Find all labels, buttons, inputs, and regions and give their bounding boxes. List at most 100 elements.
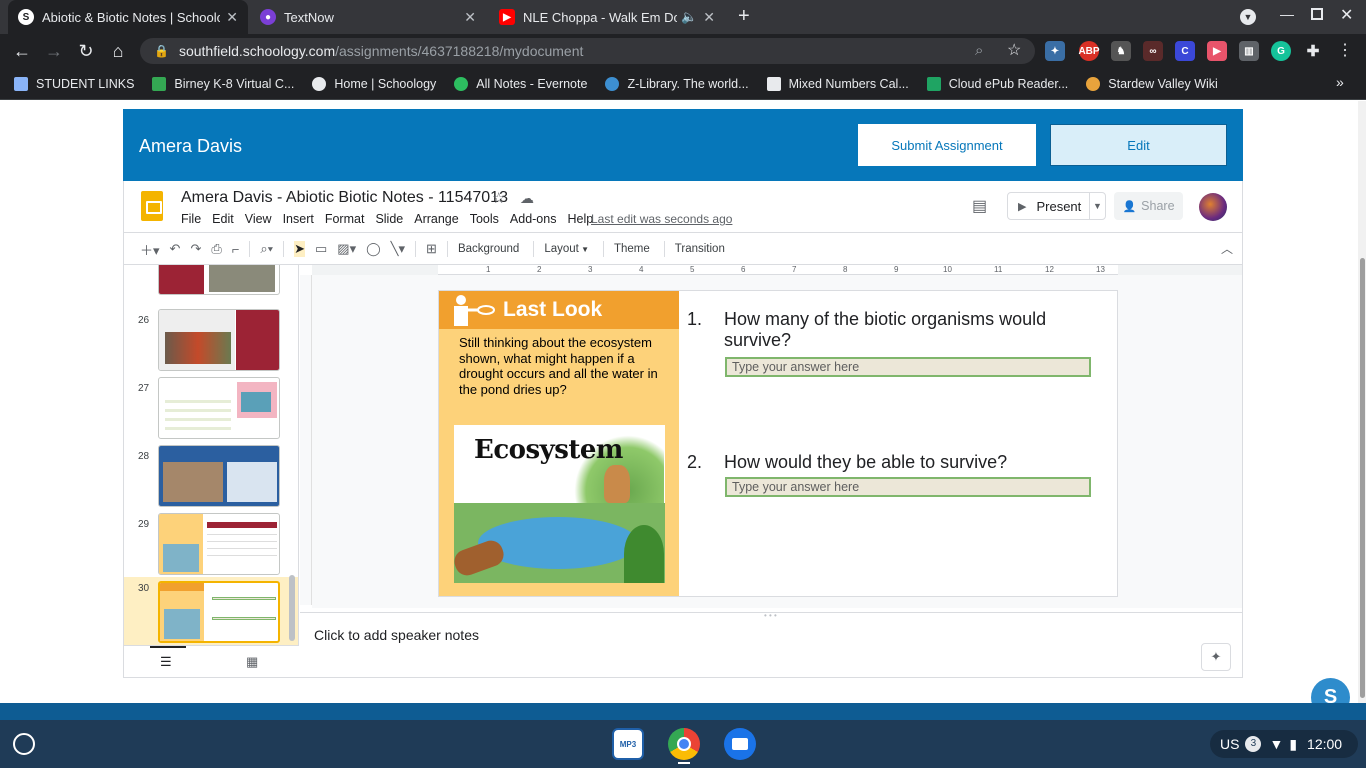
tab-textnow[interactable]: ● TextNow ✕ <box>250 0 486 34</box>
page-scrollbar-thumb[interactable] <box>1360 258 1365 698</box>
slide-thumb-29[interactable]: 29 <box>124 513 298 577</box>
menu-slide[interactable]: Slide <box>375 212 403 226</box>
line-icon[interactable]: ╲▾ <box>391 241 405 257</box>
new-slide-icon[interactable]: ＋▾ <box>140 240 160 259</box>
menu-insert[interactable]: Insert <box>283 212 314 226</box>
bookmark-evernote[interactable]: All Notes - Evernote <box>454 76 587 91</box>
present-dropdown-icon[interactable]: ▼ <box>1089 193 1105 219</box>
launcher-icon[interactable] <box>13 733 35 755</box>
slide-thumbnail[interactable] <box>158 513 280 575</box>
extension-puzzle-icon[interactable]: ✦ <box>1045 41 1065 61</box>
address-bar[interactable]: 🔒 southfield.schoology.com/assignments/4… <box>140 38 1035 64</box>
layout-button[interactable]: Layout ▼ <box>544 243 589 255</box>
slide-thumb-30[interactable]: 30 <box>124 577 298 645</box>
submit-assignment-button[interactable]: Submit Assignment <box>858 124 1036 166</box>
zoom-icon[interactable]: ⌕▾ <box>260 241 273 257</box>
select-cursor-icon[interactable]: ➤ <box>294 241 305 257</box>
edit-button[interactable]: Edit <box>1050 124 1227 166</box>
background-button[interactable]: Background <box>458 243 519 255</box>
bookmark-zlibrary[interactable]: Z-Library. The world... <box>605 76 749 91</box>
slide-thumb-26[interactable]: 26 <box>124 309 298 373</box>
print-icon[interactable]: ⎙ <box>211 241 221 257</box>
close-window-icon[interactable]: ✕ <box>1340 5 1353 25</box>
cloud-status-icon[interactable]: ☁ <box>520 190 534 207</box>
speaker-notes[interactable]: Click to add speaker notes <box>300 612 1242 677</box>
menu-tools[interactable]: Tools <box>470 212 499 226</box>
zoom-search-icon[interactable]: ⌕ <box>975 42 983 59</box>
slide-thumb-28[interactable]: 28 <box>124 445 298 509</box>
menu-view[interactable]: View <box>245 212 272 226</box>
ecosystem-image[interactable]: Ecosystem <box>454 425 665 583</box>
slide-thumbnail[interactable] <box>158 309 280 371</box>
menu-addons[interactable]: Add-ons <box>510 212 557 226</box>
bookmark-mixed-numbers[interactable]: Mixed Numbers Cal... <box>766 76 909 91</box>
tab-search-icon[interactable]: ▼ <box>1240 9 1256 25</box>
present-button[interactable]: ▶ Present ▼ <box>1007 192 1106 220</box>
menu-arrange[interactable]: Arrange <box>414 212 458 226</box>
menu-edit[interactable]: Edit <box>212 212 234 226</box>
back-icon[interactable]: ← <box>9 38 35 64</box>
answer-field-2[interactable]: Type your answer here <box>725 477 1091 497</box>
paint-format-icon[interactable]: ⌐ <box>232 242 240 257</box>
extension-columns-icon[interactable]: ▥ <box>1239 41 1259 61</box>
filmstrip-view-icon[interactable]: ☰ <box>160 654 172 670</box>
new-tab-icon[interactable]: + <box>738 5 750 28</box>
slide-thumbnail[interactable] <box>158 265 280 295</box>
image-icon[interactable]: ▨▾ <box>337 241 356 257</box>
forward-icon[interactable]: → <box>41 38 67 64</box>
adblock-icon[interactable]: ABP <box>1078 41 1100 61</box>
undo-icon[interactable]: ↶ <box>170 241 181 257</box>
bookmark-student-links[interactable]: STUDENT LINKS <box>14 76 134 91</box>
grammarly-icon[interactable]: G <box>1271 41 1291 61</box>
slides-logo-icon[interactable] <box>141 191 163 221</box>
menu-help[interactable]: Help <box>567 212 593 226</box>
answer-field-1[interactable]: Type your answer here <box>725 357 1091 377</box>
more-bookmarks-icon[interactable]: » <box>1336 74 1344 90</box>
bookmark-schoology[interactable]: Home | Schoology <box>312 76 436 91</box>
extension-c-icon[interactable]: C <box>1175 41 1195 61</box>
slide-prompt[interactable]: Still thinking about the ecosystem shown… <box>459 335 664 397</box>
slide-thumb-27[interactable]: 27 <box>124 377 298 441</box>
last-edit-link[interactable]: Last edit was seconds ago <box>591 212 732 226</box>
reload-icon[interactable]: ↻ <box>73 38 99 64</box>
textbox-icon[interactable]: ▭ <box>315 241 327 257</box>
mp3-app-icon[interactable]: MP3 <box>612 728 644 760</box>
extensions-icon[interactable]: ✚ <box>1303 41 1323 61</box>
files-app-icon[interactable] <box>724 728 756 760</box>
current-slide[interactable]: Last Look Still thinking about the ecosy… <box>438 290 1118 597</box>
slide-thumbnail[interactable] <box>158 445 280 507</box>
chrome-app-icon[interactable] <box>668 728 700 760</box>
share-button[interactable]: 👤 Share <box>1114 192 1183 220</box>
grid-view-icon[interactable]: ▦ <box>246 654 258 670</box>
close-icon[interactable]: ✕ <box>226 9 238 26</box>
comment-icon[interactable]: ▤ <box>972 196 992 215</box>
close-icon[interactable]: ✕ <box>464 9 476 26</box>
bookmark-stardew[interactable]: Stardew Valley Wiki <box>1086 76 1218 91</box>
maximize-icon[interactable] <box>1311 8 1323 20</box>
filmstrip-scrollbar[interactable] <box>289 575 295 641</box>
tab-schoology[interactable]: S Abiotic & Biotic Notes | Schoology ✕ <box>8 0 248 34</box>
add-comment-icon[interactable]: ⊞ <box>426 241 437 257</box>
more-menu-icon[interactable]: ⋮ <box>1337 40 1353 60</box>
home-icon[interactable]: ⌂ <box>105 38 131 64</box>
bookmark-birney[interactable]: Birney K-8 Virtual C... <box>152 76 294 91</box>
slide-thumbnail-selected[interactable] <box>158 581 280 643</box>
status-tray[interactable]: US 3 ▼ ▮ 12:00 <box>1210 730 1358 758</box>
menu-format[interactable]: Format <box>325 212 365 226</box>
extension-figure-icon[interactable]: ♞ <box>1111 41 1131 61</box>
menu-file[interactable]: File <box>181 212 201 226</box>
theme-button[interactable]: Theme <box>614 243 650 255</box>
notes-resize-handle[interactable]: • • • <box>764 611 777 620</box>
slide-filmstrip[interactable]: 26 27 28 29 30 <box>124 265 299 645</box>
extension-link-icon[interactable]: ∞ <box>1143 41 1163 61</box>
slide-thumb-25[interactable] <box>124 265 298 297</box>
speaker-muted-icon[interactable]: 🔈 <box>681 9 697 25</box>
collapse-toolbar-icon[interactable]: ︿ <box>1221 240 1233 257</box>
doc-title[interactable]: Amera Davis - Abiotic Biotic Notes - 115… <box>181 189 508 207</box>
slide-thumbnail[interactable] <box>158 377 280 439</box>
explore-button[interactable]: ✦ <box>1201 643 1231 671</box>
close-icon[interactable]: ✕ <box>703 9 715 26</box>
shape-icon[interactable]: ◯ <box>366 241 381 257</box>
minimize-icon[interactable]: — <box>1280 6 1294 22</box>
tab-youtube[interactable]: ▶ NLE Choppa - Walk Em Down 🔈 ✕ <box>489 0 725 34</box>
